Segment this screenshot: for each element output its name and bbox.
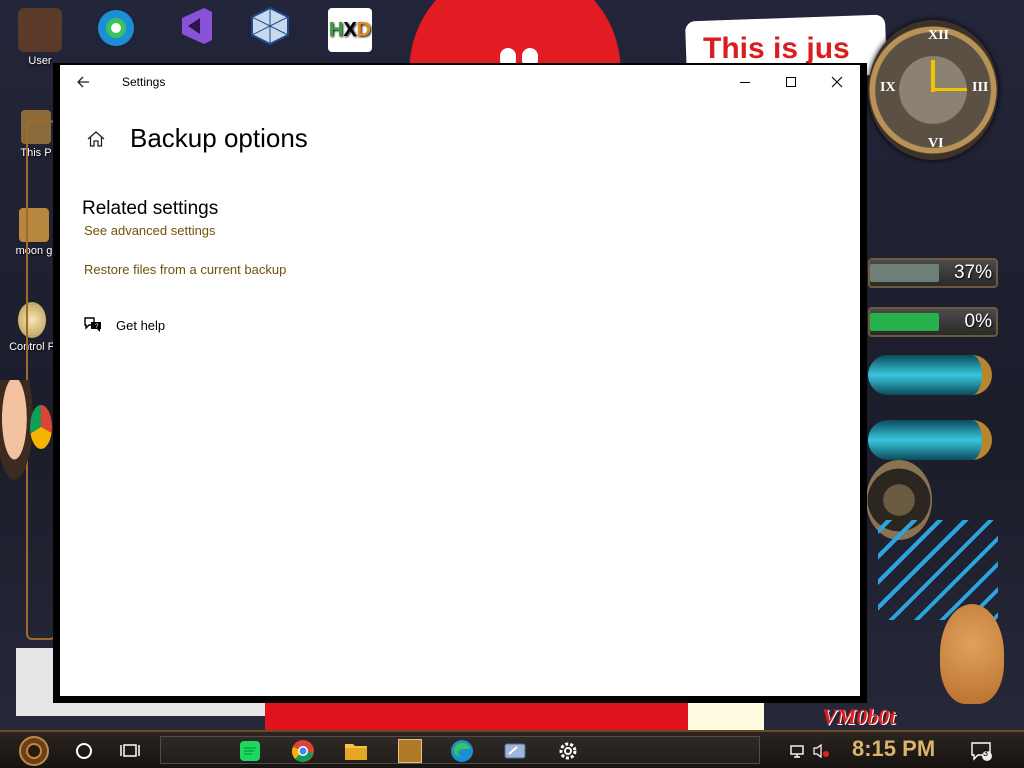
- desktop-icon-virtualbox[interactable]: [240, 4, 300, 51]
- chrome-icon: [292, 740, 314, 762]
- cpu-gauge: 37%: [868, 258, 998, 288]
- chrome-icon: [30, 405, 52, 449]
- edge-icon: [94, 6, 138, 50]
- edge-icon: [451, 740, 473, 762]
- see-advanced-settings-link[interactable]: See advanced settings: [84, 223, 216, 238]
- minimize-button[interactable]: [722, 65, 768, 99]
- close-button[interactable]: [814, 65, 860, 99]
- taskbar-app-remote[interactable]: [497, 735, 533, 767]
- volume-button[interactable]: [810, 735, 832, 767]
- sticky-note-text: This is jus: [703, 32, 850, 65]
- clock-time[interactable]: 8:15 PM: [852, 736, 935, 762]
- search-button[interactable]: [66, 735, 102, 767]
- vmobot-text: VM0b0t: [822, 704, 896, 729]
- taskbar: 8:15 PM 3: [0, 730, 1024, 768]
- taskbar-app-edge[interactable]: [444, 735, 480, 767]
- tube-meter: [868, 355, 992, 395]
- page-header: Backup options: [82, 123, 308, 154]
- clock-minute-hand: [933, 88, 967, 91]
- hamster-decoration: [940, 604, 1004, 704]
- back-arrow-icon: [77, 76, 89, 88]
- home-icon[interactable]: [82, 125, 110, 153]
- remote-icon: [504, 743, 526, 759]
- memory-gauge: 0%: [868, 307, 998, 337]
- settings-window: Settings Backup options Related settings…: [53, 63, 867, 703]
- folder-icon: [345, 744, 367, 760]
- cpu-gauge-label: 37%: [953, 262, 992, 283]
- notification-icon: [971, 742, 992, 761]
- memory-gauge-fill: [870, 313, 940, 331]
- start-button[interactable]: [14, 735, 54, 767]
- taskbar-app-file-explorer[interactable]: [338, 735, 374, 767]
- get-help-link[interactable]: ? Get help: [82, 315, 165, 335]
- visual-studio-icon: [174, 4, 218, 48]
- network-icon-button[interactable]: [786, 735, 808, 767]
- red-band-decoration: [265, 700, 705, 730]
- desktop-icon-edge[interactable]: [86, 6, 146, 53]
- window-controls: [722, 65, 860, 99]
- network-icon: [790, 745, 804, 758]
- background-panel: [688, 700, 764, 730]
- desktop-icon-label: User: [28, 55, 52, 67]
- help-chat-icon: ?: [82, 315, 104, 335]
- page-title: Backup options: [130, 123, 308, 153]
- minimize-icon: [740, 81, 750, 83]
- memory-gauge-label: 0%: [964, 311, 992, 332]
- clock-widget: XII III VI IX: [868, 20, 998, 160]
- window-title: Settings: [122, 75, 166, 89]
- notifications-button[interactable]: 3: [966, 735, 996, 767]
- virtualbox-icon: [248, 4, 292, 48]
- task-view-icon: [120, 744, 140, 757]
- taskbar-app-settings[interactable]: [550, 735, 586, 767]
- notification-count: 3: [983, 748, 989, 758]
- maximize-icon: [786, 77, 796, 87]
- cortana-icon: [76, 743, 92, 759]
- desktop-icon-visual-studio[interactable]: [166, 4, 226, 51]
- user-folder-icon: [18, 8, 62, 52]
- restore-files-link[interactable]: Restore files from a current backup: [84, 262, 286, 277]
- app-icon: [398, 739, 422, 763]
- close-icon: [831, 76, 843, 88]
- start-gear-icon: [19, 736, 49, 766]
- taskbar-app-chrome[interactable]: [285, 735, 321, 767]
- taskbar-app-spotify[interactable]: [232, 735, 268, 767]
- taskbar-app-media[interactable]: [392, 735, 428, 767]
- cpu-gauge-fill: [870, 264, 940, 282]
- back-button[interactable]: [60, 65, 106, 99]
- settings-content: Settings Backup options Related settings…: [60, 65, 860, 696]
- spotify-icon: [240, 741, 260, 761]
- maximize-button[interactable]: [768, 65, 814, 99]
- volume-muted-icon: [813, 743, 829, 759]
- get-help-label: Get help: [116, 317, 166, 333]
- desktop-icon-user[interactable]: User: [10, 8, 70, 67]
- settings-icon: [559, 742, 577, 760]
- related-settings-heading: Related settings: [82, 198, 219, 219]
- tube-meter: [868, 420, 992, 460]
- task-view-button[interactable]: [112, 735, 148, 767]
- hxd-icon: HXD: [328, 8, 372, 52]
- title-bar[interactable]: Settings: [60, 65, 860, 99]
- desktop-icon-hxd[interactable]: HXD: [320, 8, 380, 55]
